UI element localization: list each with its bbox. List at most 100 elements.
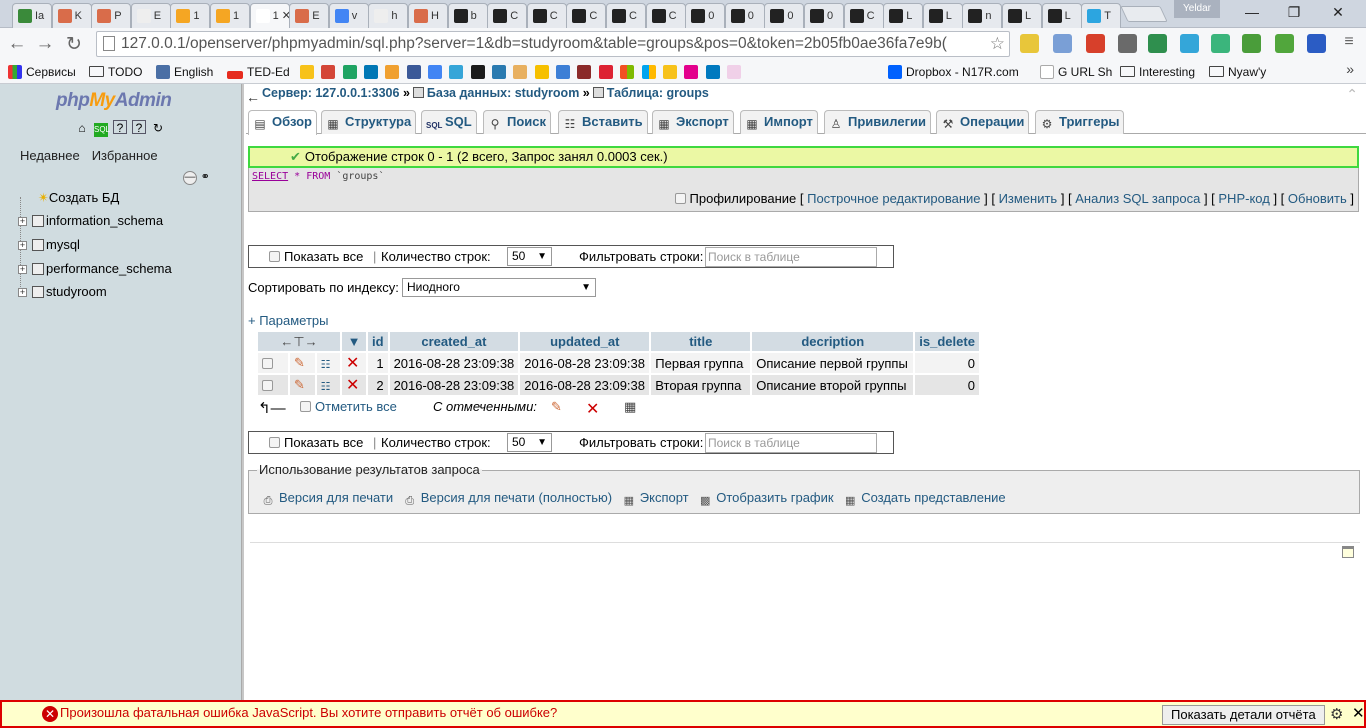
browser-tab[interactable]: 0 (804, 3, 844, 28)
phpmyadmin-logo[interactable]: phpMyAdmin (56, 90, 172, 112)
edit-cell[interactable]: ✎ (290, 375, 315, 395)
extension-icon[interactable] (1211, 34, 1230, 53)
delete-cell[interactable]: ✕ (342, 375, 366, 395)
check-all-control[interactable]: Отметить все (300, 399, 397, 414)
reload-nav-icon[interactable]: ↻ (151, 121, 165, 135)
create-db-item[interactable]: ✴Создать БД (38, 189, 119, 207)
tab-operations[interactable]: ⚒ Операции (936, 110, 1030, 134)
browser-tab[interactable]: 0 (685, 3, 726, 28)
column-header[interactable]: decription (752, 332, 914, 351)
cell[interactable]: 2016-08-28 23:09:38 (520, 353, 650, 373)
browser-tab[interactable]: v (328, 3, 369, 28)
bookmark-icon-strip[interactable] (300, 63, 745, 81)
browser-tab[interactable]: L (922, 3, 963, 28)
copy-icon[interactable]: ☷ (321, 359, 331, 371)
show-all-checkbox[interactable] (269, 437, 280, 448)
link-icon[interactable]: ⚭ (201, 171, 210, 183)
sort-index-select[interactable]: Ниодного ▼ (402, 278, 596, 297)
browser-tab[interactable]: 1✕ (249, 3, 290, 29)
console-icon[interactable] (1342, 546, 1354, 558)
browser-tab[interactable]: 0 (724, 3, 765, 28)
column-header[interactable]: created_at (389, 332, 519, 351)
copy-cell[interactable]: ☷ (316, 375, 340, 395)
sql-query-text[interactable]: SELECT * FROM `groups` (252, 171, 384, 182)
delete-cell[interactable]: ✕ (342, 353, 366, 373)
row-checkbox[interactable] (262, 379, 273, 391)
expand-icon[interactable]: + (18, 288, 27, 297)
browser-tab[interactable]: T (1081, 3, 1122, 28)
browser-tab[interactable]: 1 (210, 3, 250, 28)
expand-icon[interactable]: + (18, 241, 27, 250)
create-view-link[interactable]: Создать представление (861, 490, 1005, 505)
edit-selected-icon[interactable]: ✎ (551, 399, 562, 415)
cell[interactable]: Описание первой группы (752, 353, 914, 373)
browser-tab[interactable]: L (1002, 3, 1042, 28)
close-window-icon[interactable]: ✕ (1318, 0, 1358, 24)
cell[interactable]: 2016-08-28 23:09:38 (389, 353, 519, 373)
refresh-link[interactable]: Обновить (1288, 191, 1347, 206)
row-checkbox-cell[interactable] (258, 353, 288, 373)
extension-icon[interactable] (1020, 34, 1039, 53)
print-link[interactable]: Версия для печати (279, 490, 393, 505)
cell[interactable]: 2016-08-28 23:09:38 (520, 375, 650, 395)
close-icon[interactable]: ✕ (1352, 704, 1365, 722)
cell[interactable]: 1 (368, 353, 388, 373)
address-bar[interactable]: 127.0.0.1/openserver/phpmyadmin/sql.php?… (96, 31, 1010, 57)
docs-icon[interactable]: ? (113, 120, 127, 135)
more-bookmarks-icon[interactable]: » (1346, 61, 1354, 77)
cell[interactable]: 0 (915, 353, 979, 373)
bookmark-dropbox[interactable]: Dropbox - N17R.com (888, 63, 1019, 81)
options-link[interactable]: + Параметры (248, 313, 329, 328)
cell[interactable]: 0 (915, 375, 979, 395)
browser-tab[interactable]: 1 (170, 3, 211, 28)
browser-tab[interactable]: C (843, 3, 884, 28)
gear-icon[interactable]: ⚙ (1330, 705, 1343, 723)
actions-dropdown-header[interactable]: ▼ (342, 332, 366, 351)
help-icon[interactable]: ? (132, 120, 146, 135)
cell[interactable]: 2 (368, 375, 388, 395)
show-all-control[interactable]: Показать все (269, 435, 363, 450)
tab-export[interactable]: ▦ Экспорт (652, 110, 734, 134)
show-report-details-button[interactable]: Показать детали отчёта (1162, 705, 1325, 725)
bookmark-apps[interactable]: Сервисы (8, 63, 76, 81)
browser-tab[interactable]: b (447, 3, 488, 28)
copy-cell[interactable]: ☷ (316, 353, 340, 373)
browser-user-badge[interactable]: Yeldar (1174, 0, 1220, 18)
tab-privileges[interactable]: ♙ Привилегии (824, 110, 931, 134)
chart-link[interactable]: Отобразить график (716, 490, 833, 505)
tab-insert[interactable]: ☷ Вставить (558, 110, 648, 134)
browser-tab[interactable]: H (408, 3, 448, 28)
filter-input[interactable]: Поиск в таблице (705, 247, 877, 267)
menu-icon[interactable]: ≡ (1338, 33, 1360, 51)
extension-icon[interactable] (1086, 34, 1105, 53)
browser-tab[interactable]: C (487, 3, 528, 28)
delete-selected-icon[interactable]: ✕ (586, 399, 599, 419)
analyze-link[interactable]: Анализ SQL запроса (1075, 191, 1200, 206)
forward-icon[interactable]: → (34, 33, 56, 55)
bookmark-ted-ed[interactable]: TED-Ed (227, 63, 290, 81)
column-header[interactable]: is_delete (915, 332, 979, 351)
bookmark-english[interactable]: English (156, 63, 213, 81)
check-all-checkbox[interactable] (300, 401, 311, 412)
browser-tab[interactable]: E (289, 3, 330, 28)
home-icon[interactable]: ⌂ (75, 121, 89, 135)
cell[interactable]: Описание второй группы (752, 375, 914, 395)
tab-search[interactable]: ⚲ Поиск (483, 110, 552, 134)
breadcrumb-server[interactable]: Сервер: 127.0.0.1:3306 (262, 86, 399, 100)
expand-icon[interactable]: + (18, 217, 27, 226)
browser-tab[interactable]: L (1041, 3, 1082, 28)
browser-tab[interactable]: E (130, 3, 171, 28)
cell[interactable]: 2016-08-28 23:09:38 (389, 375, 519, 395)
pencil-icon[interactable]: ✎ (294, 377, 305, 392)
db-item[interactable]: + studyroom (18, 283, 107, 301)
column-header[interactable]: id (368, 332, 388, 351)
scroll-top-icon[interactable]: ⌃ (1346, 86, 1358, 103)
export-selected-icon[interactable]: ▦ (624, 399, 636, 415)
filter-input[interactable]: Поиск в таблице (705, 433, 877, 453)
show-all-checkbox[interactable] (269, 251, 280, 262)
profiling-checkbox[interactable] (674, 193, 686, 204)
panel-resizer[interactable] (241, 84, 244, 700)
tab-browse[interactable]: ▤ Обзор (248, 110, 317, 135)
collapse-nav-icon[interactable]: ← (246, 89, 260, 105)
bookmark-nyawy[interactable]: Nyaw'y (1209, 63, 1266, 81)
